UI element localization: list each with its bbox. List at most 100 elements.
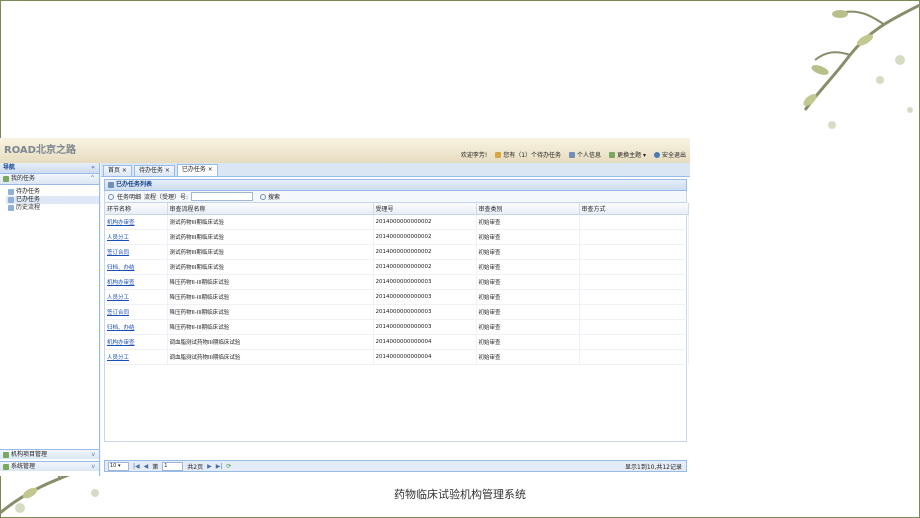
page-suffix: 共2页 [187,463,204,471]
step-link[interactable]: 机构办审查 [107,220,135,226]
last-page-button[interactable]: ▶| [216,463,223,470]
column-header[interactable]: 受理号 [373,203,477,215]
table-row[interactable]: 归档、办结 降压药物II-III期临床试验 2014000000000003 初始审查 [105,319,689,335]
palette-icon [609,151,616,158]
table-row[interactable]: 人员分工 调血脂测试药物III期临床试验 2014000000000004 初始审查 [105,349,689,365]
pager: 10 ▾ |◀ ◀ 第 1 共2页 ▶ ▶| ⟳ 显示1到10,共12记录 [104,460,687,472]
doc-icon [8,197,14,203]
sidebar-section-my-tasks[interactable]: 我的任务 ^ [0,174,99,185]
folder-icon [3,463,9,470]
user-icon [569,151,576,158]
chevron-up-icon[interactable]: ^ [90,174,95,184]
table-cell: 人员分工 [105,289,168,305]
top-nav: 欢迎李芳! 您有（1）个待办任务 个人信息 更换主题 ▾ 安全退出 [461,150,686,159]
power-icon [653,151,660,158]
tab-pending[interactable]: 待办任务 × [133,165,175,176]
pager-info: 显示1到10,共12记录 [625,463,682,471]
step-link[interactable]: 归档、办结 [107,325,135,331]
page-input[interactable]: 1 [162,461,184,471]
table-cell: 降压药物II-III期临床试验 [167,274,374,290]
collapse-icon[interactable]: « [91,163,95,173]
search-label-detail: 任务明细 [117,194,142,201]
grid-icon [108,182,114,188]
sidebar-item-history[interactable]: 历史流程 [6,204,99,212]
table-cell: 降压药物II-III期临床试验 [167,319,374,335]
table-cell: 2014000000000002 [373,259,477,275]
tab-done[interactable]: 已办任务 × [176,164,218,176]
decorative-vine-top-right [803,3,920,129]
table-cell: 初始审查 [476,244,580,260]
table-cell: 初始审查 [476,229,580,245]
table-cell: 初始审查 [476,334,580,350]
sidebar-item-pending[interactable]: 待办任务 [6,188,99,196]
step-link[interactable]: 签订合同 [107,250,129,256]
table-row[interactable]: 签订合同 降压药物II-III期临床试验 2014000000000003 初始审查 [105,304,689,320]
refresh-icon[interactable]: ⟳ [226,463,231,470]
table-cell: 归档、办结 [105,259,168,275]
table-row[interactable]: 机构办审查 降压药物II-III期临床试验 2014000000000003 初始审查 [105,274,689,290]
doc-icon [8,189,14,195]
table-row[interactable]: 机构办审查 调血脂测试药物III期临床试验 2014000000000004 初始审查 [105,334,689,350]
table-cell [579,289,689,305]
table-cell: 人员分工 [105,229,168,245]
theme-menu[interactable]: 更换主题 ▾ [609,150,646,159]
step-link[interactable]: 人员分工 [107,355,129,361]
table-cell: 降压药物II-III期临床试验 [167,304,374,320]
sidebar-header: 导航 « [0,163,99,174]
table-cell: 归档、办结 [105,319,168,335]
table-cell: 机构办审查 [105,334,168,350]
prev-page-button[interactable]: ◀ [144,463,149,470]
step-link[interactable]: 机构办审查 [107,280,135,286]
tab-home[interactable]: 首页 × [103,165,132,176]
table-row[interactable]: 人员分工 测试药物III期临床试验 2014000000000002 初始审查 [105,229,689,245]
table-cell: 2014000000000002 [373,244,477,260]
table-cell: 2014000000000003 [373,319,477,335]
step-link[interactable]: 人员分工 [107,295,129,301]
next-page-button[interactable]: ▶ [207,463,212,470]
table-cell [579,319,689,335]
step-link[interactable]: 签订合同 [107,310,129,316]
table-row[interactable]: 机构办审查 测试药物III期临床试验 2014000000000002 初始审查 [105,214,689,230]
column-header[interactable]: 审查流程名称 [167,203,374,215]
step-link[interactable]: 归档、办结 [107,265,135,271]
table-cell [579,304,689,320]
table-cell: 初始审查 [476,214,580,230]
step-link[interactable]: 人员分工 [107,235,129,241]
column-header[interactable]: 审查方式 [579,203,689,215]
table-cell: 2014000000000003 [373,304,477,320]
search-icon [260,193,267,200]
table-cell [579,259,689,275]
table-cell: 调血脂测试药物III期临床试验 [167,334,374,350]
table-cell: 2014000000000002 [373,214,477,230]
search-button[interactable]: 搜索 [260,192,280,201]
table-cell: 测试药物III期临床试验 [167,244,374,260]
logout-link[interactable]: 安全退出 [653,150,686,159]
pending-tasks-link[interactable]: 您有（1）个待办任务 [495,150,561,159]
table-cell [579,274,689,290]
sidebar-section-project[interactable]: 机构项目管理 v [0,449,99,459]
table-row[interactable]: 签订合同 测试药物III期临床试验 2014000000000002 初始审查 [105,244,689,260]
profile-link[interactable]: 个人信息 [569,150,601,159]
folder-icon [3,176,9,182]
table-row[interactable]: 人员分工 降压药物II-III期临床试验 2014000000000003 初始审查 [105,289,689,305]
folder-icon [3,451,9,458]
table-row[interactable]: 归档、办结 测试药物III期临床试验 2014000000000002 初始审查 [105,259,689,275]
search-bar: 任务明细 流程（受理）号: 搜索 [104,191,687,203]
app-screenshot: ROAD北京之路 欢迎李芳! 您有（1）个待办任务 个人信息 更换主题 ▾ 安全… [0,138,690,476]
sidebar-section-system[interactable]: 系统管理 v [0,461,99,471]
search-label-number: 流程（受理）号: [144,194,189,201]
search-icon [108,193,114,200]
first-page-button[interactable]: |◀ [133,463,140,470]
sidebar-item-done[interactable]: 已办任务 [6,196,99,204]
task-table: 环节名称 审查流程名称 受理号 审查类别 审查方式 机构办审查 测试药物III期临床试验 2… [105,203,689,365]
welcome-text: 欢迎李芳! [460,152,488,159]
step-link[interactable]: 机构办审查 [107,340,135,346]
page-size-select[interactable]: 10 ▾ [108,461,129,471]
table-cell: 签订合同 [105,244,168,260]
table-cell [579,349,689,365]
search-input[interactable] [191,192,254,201]
table-cell: 2014000000000002 [373,229,477,245]
table-cell: 初始审查 [476,304,580,320]
column-header[interactable]: 环节名称 [105,203,168,215]
column-header[interactable]: 审查类别 [476,203,580,215]
